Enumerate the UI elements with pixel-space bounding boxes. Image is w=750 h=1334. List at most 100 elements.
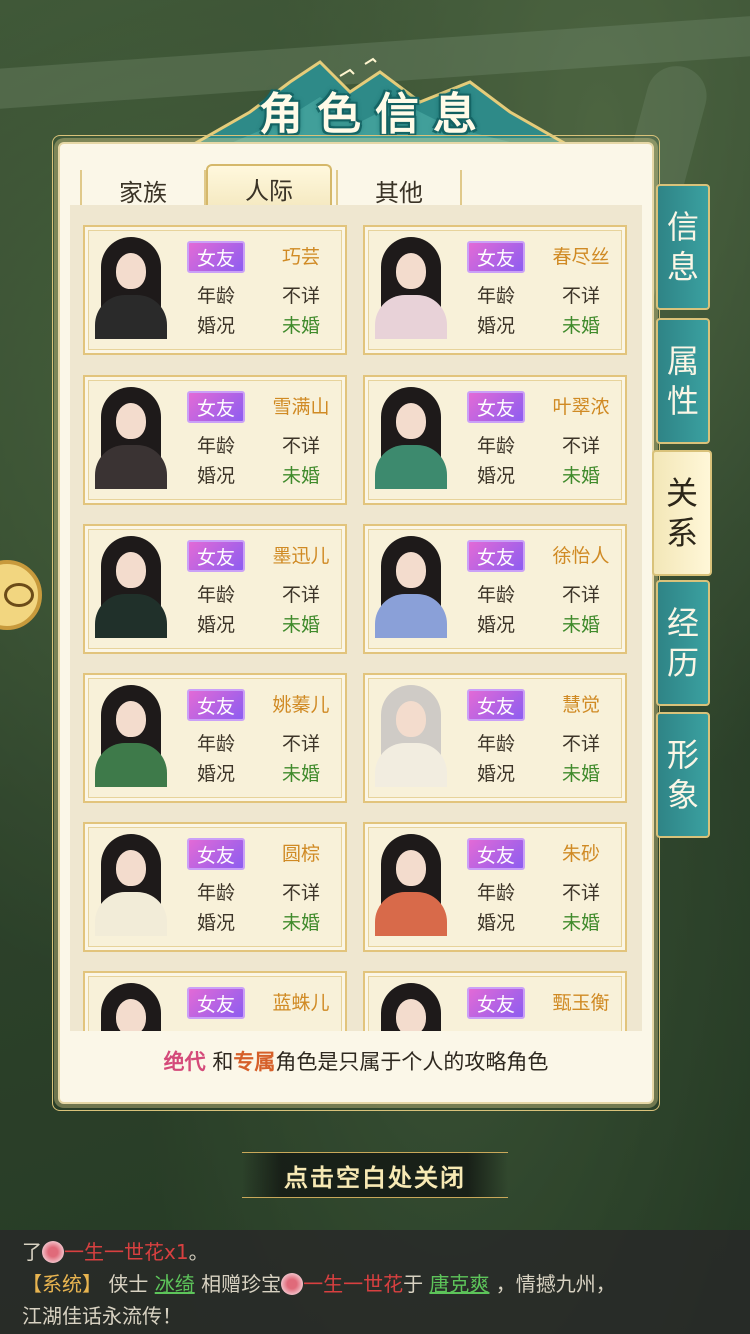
character-card[interactable]: 女友 雪满山 年龄 不详 婚况 未婚 xyxy=(83,375,347,505)
marital-label: 婚况 xyxy=(196,614,235,636)
tab-family[interactable]: 家族 xyxy=(80,170,206,210)
marital-value: 未婚 xyxy=(561,614,600,636)
marital-value: 未婚 xyxy=(281,763,320,785)
character-portrait xyxy=(371,233,451,339)
age-label: 年龄 xyxy=(196,882,235,904)
character-card[interactable]: 女友 慧觉 年龄 不详 婚况 未婚 xyxy=(363,673,627,803)
side-tab-history[interactable]: 经历 xyxy=(656,580,710,706)
character-list[interactable]: 女友 巧芸 年龄 不详 婚况 未婚 女友 春尽丝 年龄 不详 婚况 未婚 女友 … xyxy=(70,205,642,1031)
age-value: 不详 xyxy=(281,285,320,307)
marital-label: 婚况 xyxy=(476,912,515,934)
age-value: 不详 xyxy=(561,435,600,457)
age-value: 不详 xyxy=(281,435,320,457)
tab-social[interactable]: 人际 xyxy=(206,164,332,210)
character-card[interactable]: 女友 巧芸 年龄 不详 婚况 未婚 xyxy=(83,225,347,355)
close-hint-button[interactable]: 点击空白处关闭 xyxy=(242,1152,508,1198)
chat-line: 【系统】 侠士 冰绮 相赠珍宝 一生一世花于 唐克爽 ，情撼九州， xyxy=(22,1272,616,1296)
player-link[interactable]: 冰绮 xyxy=(155,1272,195,1296)
marital-value: 未婚 xyxy=(561,465,600,487)
relation-tag: 女友 xyxy=(467,540,525,572)
marital-value: 未婚 xyxy=(561,315,600,337)
age-label: 年龄 xyxy=(196,733,235,755)
tab-other[interactable]: 其他 xyxy=(336,170,462,210)
age-label: 年龄 xyxy=(476,733,515,755)
age-label: 年龄 xyxy=(196,584,235,606)
age-value: 不详 xyxy=(561,882,600,904)
character-card[interactable]: 女友 朱砂 年龄 不详 婚况 未婚 xyxy=(363,822,627,952)
marital-label: 婚况 xyxy=(196,763,235,785)
character-portrait xyxy=(91,830,171,936)
marital-label: 婚况 xyxy=(476,465,515,487)
relation-tag: 女友 xyxy=(187,391,245,423)
character-card[interactable]: 女友 圆棕 年龄 不详 婚况 未婚 xyxy=(83,822,347,952)
character-name: 慧觉 xyxy=(561,694,600,716)
character-card[interactable]: 女友 姚蓁儿 年龄 不详 婚况 未婚 xyxy=(83,673,347,803)
age-label: 年龄 xyxy=(476,882,515,904)
age-label: 年龄 xyxy=(196,435,235,457)
system-chat-log[interactable]: 了一生一世花x1。 【系统】 侠士 冰绮 相赠珍宝 一生一世花于 唐克爽 ，情撼九… xyxy=(0,1230,750,1334)
character-card[interactable]: 女友 蓝蛛儿 xyxy=(83,971,347,1031)
side-tab-label: 经历 xyxy=(666,604,699,682)
character-portrait xyxy=(91,383,171,489)
character-name: 墨迅儿 xyxy=(272,545,330,567)
marital-value: 未婚 xyxy=(281,315,320,337)
relation-tag: 女友 xyxy=(187,987,245,1019)
character-card[interactable]: 女友 叶翠浓 年龄 不详 婚况 未婚 xyxy=(363,375,627,505)
age-value: 不详 xyxy=(281,733,320,755)
footnote: 绝代 和专属角色是只属于个人的攻略角色 xyxy=(58,1046,654,1076)
age-value: 不详 xyxy=(281,584,320,606)
character-portrait xyxy=(91,532,171,638)
character-name: 雪满山 xyxy=(272,396,330,418)
relation-tag: 女友 xyxy=(187,241,245,273)
flower-icon xyxy=(281,1273,304,1295)
side-tab-relations[interactable]: 关系 xyxy=(652,450,712,576)
side-tab-appearance[interactable]: 形象 xyxy=(656,712,710,838)
character-portrait xyxy=(371,830,451,936)
relation-tag: 女友 xyxy=(187,838,245,870)
character-portrait xyxy=(371,979,451,1031)
character-portrait xyxy=(371,383,451,489)
age-value: 不详 xyxy=(561,285,600,307)
character-portrait xyxy=(91,681,171,787)
character-name: 蓝蛛儿 xyxy=(272,992,330,1014)
character-card[interactable]: 女友 徐怡人 年龄 不详 婚况 未婚 xyxy=(363,524,627,654)
relation-tabs: 家族 人际 其他 xyxy=(72,164,632,210)
age-value: 不详 xyxy=(561,584,600,606)
age-label: 年龄 xyxy=(196,285,235,307)
marital-label: 婚况 xyxy=(196,315,235,337)
character-portrait xyxy=(91,233,171,339)
marital-label: 婚况 xyxy=(476,763,515,785)
side-tab-label: 属性 xyxy=(666,342,699,420)
relation-tag: 女友 xyxy=(187,540,245,572)
marital-value: 未婚 xyxy=(281,465,320,487)
side-tab-info[interactable]: 信息 xyxy=(656,184,710,310)
exclusive-label: 专属 xyxy=(233,1049,276,1074)
character-portrait xyxy=(371,681,451,787)
character-name: 姚蓁儿 xyxy=(272,694,330,716)
item-link[interactable]: 一生一世花 xyxy=(303,1272,403,1296)
system-tag: 【系统】 xyxy=(22,1272,102,1296)
relation-tag: 女友 xyxy=(187,689,245,721)
item-link[interactable]: 一生一世花x1 xyxy=(64,1240,189,1264)
character-name: 圆棕 xyxy=(281,843,320,865)
relation-tag: 女友 xyxy=(467,987,525,1019)
character-card[interactable]: 女友 春尽丝 年龄 不详 婚况 未婚 xyxy=(363,225,627,355)
player-link[interactable]: 唐克爽 xyxy=(429,1272,489,1296)
marital-value: 未婚 xyxy=(561,763,600,785)
relation-tag: 女友 xyxy=(467,838,525,870)
age-label: 年龄 xyxy=(476,285,515,307)
character-portrait xyxy=(91,979,171,1031)
character-portrait xyxy=(371,532,451,638)
relation-tag: 女友 xyxy=(467,241,525,273)
character-name: 叶翠浓 xyxy=(552,396,610,418)
note-text: 角色是只属于个人的攻略角色 xyxy=(275,1050,549,1074)
side-tab-label: 形象 xyxy=(666,736,699,814)
marital-label: 婚况 xyxy=(196,465,235,487)
note-and: 和 xyxy=(212,1050,234,1074)
character-card[interactable]: 女友 甄玉衡 xyxy=(363,971,627,1031)
relation-tag: 女友 xyxy=(467,391,525,423)
marital-value: 未婚 xyxy=(561,912,600,934)
side-tab-attributes[interactable]: 属性 xyxy=(656,318,710,444)
age-label: 年龄 xyxy=(476,435,515,457)
character-card[interactable]: 女友 墨迅儿 年龄 不详 婚况 未婚 xyxy=(83,524,347,654)
